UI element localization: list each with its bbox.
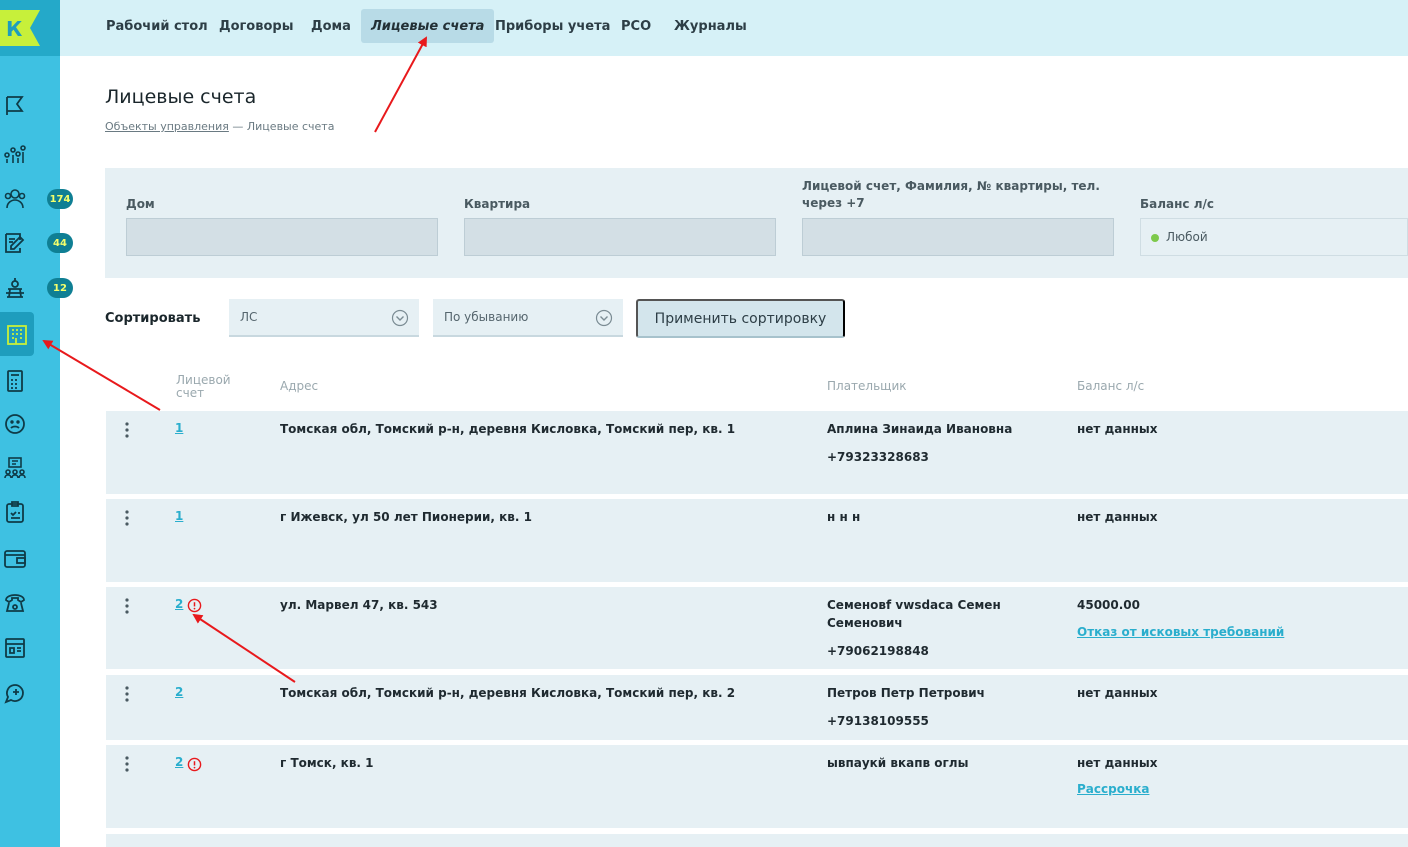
house-filter-input[interactable] bbox=[126, 218, 438, 256]
balance-filter-value: Любой bbox=[1166, 230, 1208, 244]
column-header-account[interactable]: Лицевой счет bbox=[176, 374, 231, 400]
residents-badge: 174 bbox=[47, 189, 73, 209]
account-link[interactable]: 2 bbox=[175, 597, 183, 611]
payer-cell: Семеновf vwsdaca Семен bbox=[827, 598, 1001, 612]
payer-cell-continued: Семенович bbox=[827, 616, 903, 630]
calculator-icon[interactable] bbox=[0, 366, 30, 396]
search-filter-label-line2: через +7 bbox=[802, 196, 865, 210]
sort-field-value: ЛС bbox=[240, 310, 258, 324]
annotation-arrow-sidebar bbox=[42, 339, 161, 411]
account-link[interactable]: 2 bbox=[175, 685, 183, 699]
balance-cell: нет данных bbox=[1077, 756, 1158, 770]
more-options-icon[interactable] bbox=[124, 510, 130, 526]
edit-badge: 44 bbox=[47, 233, 73, 253]
breadcrumb: Объекты управления — Лицевые счета bbox=[105, 120, 334, 133]
nav-item-meters[interactable]: Приборы учета bbox=[485, 9, 620, 43]
logo-icon: К bbox=[0, 10, 40, 46]
sad-face-icon[interactable] bbox=[0, 409, 30, 439]
phone-cell: +79062198848 bbox=[827, 644, 929, 658]
sort-label: Сортировать bbox=[105, 311, 201, 326]
phone-cell: +79138109555 bbox=[827, 714, 929, 728]
more-options-icon[interactable] bbox=[124, 756, 130, 772]
sort-order-select[interactable]: По убыванию bbox=[433, 299, 623, 337]
address-cell: Томская обл, Томский р-н, деревня Кислов… bbox=[280, 422, 736, 436]
payer-cell: н н н bbox=[827, 510, 861, 524]
balance-cell: нет данных bbox=[1077, 422, 1158, 436]
chevron-down-icon bbox=[595, 309, 613, 327]
inspector-badge: 12 bbox=[47, 278, 73, 298]
column-header-payer[interactable]: Плательщик bbox=[827, 380, 907, 393]
balance-status-link[interactable]: Рассрочка bbox=[1077, 782, 1149, 796]
more-options-icon[interactable] bbox=[124, 598, 130, 614]
residents-icon[interactable] bbox=[0, 184, 30, 214]
more-options-icon[interactable] bbox=[124, 686, 130, 702]
warning-icon[interactable] bbox=[187, 598, 202, 613]
sort-field-select[interactable]: ЛС bbox=[229, 299, 419, 337]
chevron-down-icon bbox=[391, 309, 409, 327]
address-cell: ул. Марвел 47, кв. 543 bbox=[280, 598, 438, 612]
table-row[interactable]: 2 г Томск, кв. 1 ывпаукй вкапв оглы нет … bbox=[106, 745, 1408, 828]
balance-cell: нет данных bbox=[1077, 686, 1158, 700]
add-chat-icon[interactable] bbox=[0, 678, 30, 708]
nav-item-journals[interactable]: Журналы bbox=[664, 9, 757, 43]
table-row[interactable] bbox=[106, 834, 1408, 847]
flag-icon[interactable] bbox=[0, 91, 30, 121]
buildings-icon[interactable] bbox=[0, 312, 34, 356]
page-title: Лицевые счета bbox=[105, 86, 257, 108]
balance-filter-label: Баланс л/с bbox=[1140, 197, 1214, 211]
table-row[interactable]: 2 ул. Марвел 47, кв. 543 Семеновf vwsdac… bbox=[106, 587, 1408, 669]
breadcrumb-current: — Лицевые счета bbox=[232, 120, 335, 133]
table-row[interactable]: 1 Томская обл, Томский р-н, деревня Кисл… bbox=[106, 411, 1408, 494]
balance-filter-select[interactable]: Любой bbox=[1140, 218, 1408, 256]
sort-order-value: По убыванию bbox=[444, 310, 529, 324]
nav-item-contracts[interactable]: Договоры bbox=[209, 9, 303, 43]
payer-cell: ывпаукй вкапв оглы bbox=[827, 756, 969, 770]
balance-cell: 45000.00 bbox=[1077, 598, 1141, 612]
top-navigation: Рабочий стол Договоры Дома Лицевые счета… bbox=[60, 0, 1408, 56]
address-cell: Томская обл, Томский р-н, деревня Кислов… bbox=[280, 686, 736, 700]
search-filter-input[interactable] bbox=[802, 218, 1114, 256]
apply-sort-button[interactable]: Применить сортировку bbox=[636, 299, 845, 338]
table-row[interactable]: 2 Томская обл, Томский р-н, деревня Кисл… bbox=[106, 675, 1408, 740]
filter-panel: Дом Квартира Лицевой счет, Фамилия, № кв… bbox=[105, 168, 1408, 278]
nav-item-accounts[interactable]: Лицевые счета bbox=[361, 9, 495, 43]
column-header-address[interactable]: Адрес bbox=[280, 380, 318, 393]
calendar-card-icon[interactable] bbox=[0, 633, 30, 663]
payer-cell: Аплина Зинаида Ивановна bbox=[827, 422, 1013, 436]
edit-document-icon[interactable] bbox=[0, 228, 30, 258]
address-cell: г Ижевск, ул 50 лет Пионерии, кв. 1 bbox=[280, 510, 532, 524]
inspector-icon[interactable] bbox=[0, 273, 30, 303]
balance-status-link[interactable]: Отказ от исковых требований bbox=[1077, 625, 1284, 639]
logo-letter: К bbox=[6, 17, 23, 41]
more-options-icon[interactable] bbox=[124, 422, 130, 438]
table-row[interactable]: 1 г Ижевск, ул 50 лет Пионерии, кв. 1 н … bbox=[106, 499, 1408, 582]
account-link[interactable]: 2 bbox=[175, 755, 183, 769]
sidebar: К 174 44 12 bbox=[0, 0, 73, 847]
checklist-icon[interactable] bbox=[0, 497, 30, 527]
balance-cell: нет данных bbox=[1077, 510, 1158, 524]
meeting-icon[interactable] bbox=[0, 453, 30, 483]
nav-item-houses[interactable]: Дома bbox=[301, 9, 361, 43]
warning-icon[interactable] bbox=[187, 757, 202, 772]
nav-item-desktop[interactable]: Рабочий стол bbox=[96, 9, 218, 43]
account-link[interactable]: 1 bbox=[175, 509, 183, 523]
analytics-icon[interactable] bbox=[0, 138, 30, 168]
logo[interactable]: К bbox=[0, 0, 60, 56]
phone-icon[interactable] bbox=[0, 588, 30, 618]
nav-item-rso[interactable]: РСО bbox=[611, 9, 661, 43]
column-header-balance[interactable]: Баланс л/с bbox=[1077, 380, 1144, 393]
status-dot-icon bbox=[1151, 234, 1159, 242]
house-filter-label: Дом bbox=[126, 197, 155, 211]
apartment-filter-label: Квартира bbox=[464, 197, 531, 211]
apartment-filter-input[interactable] bbox=[464, 218, 776, 256]
account-link[interactable]: 1 bbox=[175, 421, 183, 435]
wallet-icon[interactable] bbox=[0, 543, 30, 573]
search-filter-label-line1: Лицевой счет, Фамилия, № квартиры, тел. bbox=[802, 179, 1100, 193]
payer-cell: Петров Петр Петрович bbox=[827, 686, 985, 700]
breadcrumb-link[interactable]: Объекты управления bbox=[105, 120, 229, 133]
phone-cell: +79323328683 bbox=[827, 450, 929, 464]
column-header-account-line2: счет bbox=[176, 386, 205, 400]
search-filter-label: Лицевой счет, Фамилия, № квартиры, тел. … bbox=[802, 178, 1102, 212]
address-cell: г Томск, кв. 1 bbox=[280, 756, 374, 770]
